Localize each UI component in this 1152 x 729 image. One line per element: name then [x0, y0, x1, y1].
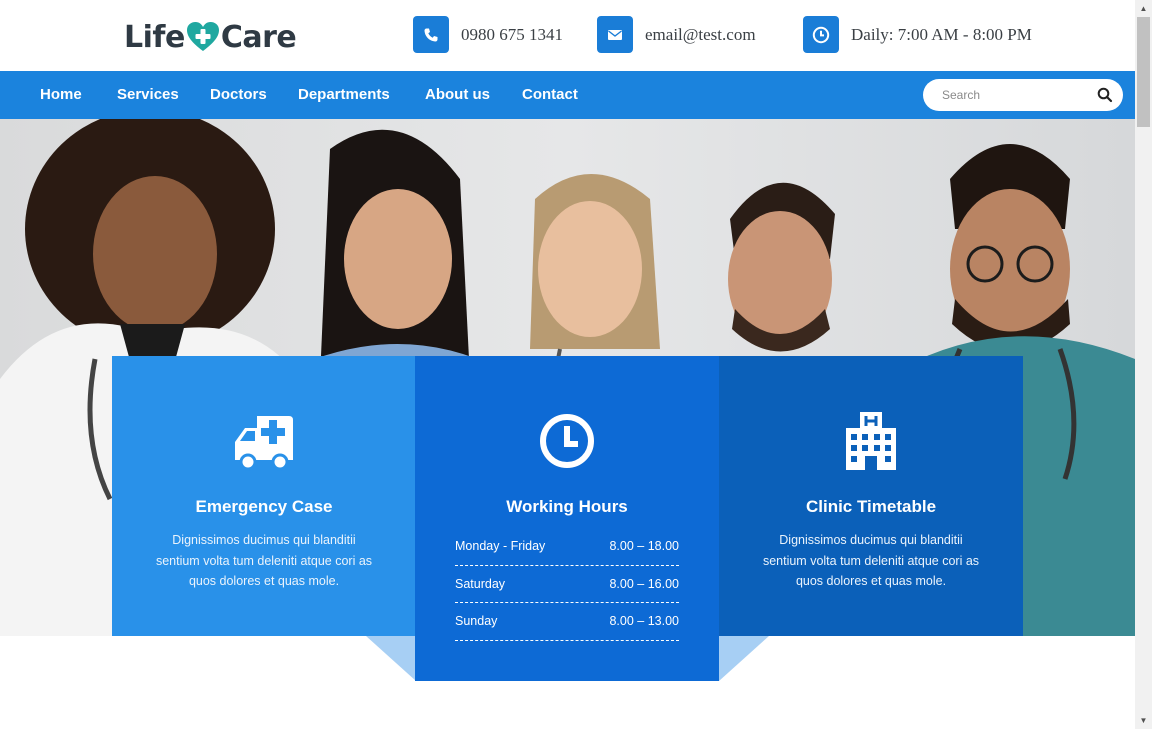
main-nav: Home Services Doctors Departments About … — [0, 71, 1135, 119]
hours-time: 8.00 – 18.00 — [609, 539, 679, 553]
hours-day: Monday - Friday — [455, 539, 546, 553]
scroll-down-icon[interactable]: ▼ — [1135, 712, 1152, 729]
ambulance-icon — [235, 416, 293, 471]
contact-hours: Daily: 7:00 AM - 8:00 PM — [803, 16, 1032, 53]
nav-doctors[interactable]: Doctors — [210, 71, 267, 119]
info-cards: Emergency Case Dignissimos ducimus qui b… — [112, 356, 1023, 681]
logo-text-care: Care — [220, 19, 297, 55]
scroll-thumb[interactable] — [1137, 17, 1150, 127]
emergency-card: Emergency Case Dignissimos ducimus qui b… — [112, 356, 416, 636]
card-decor-right — [719, 636, 769, 681]
hours-row: Saturday 8.00 – 16.00 — [455, 566, 679, 603]
working-hours-card: Working Hours Monday - Friday 8.00 – 18.… — [415, 356, 719, 681]
hours-time: 8.00 – 16.00 — [609, 576, 679, 591]
opening-hours: Daily: 7:00 AM - 8:00 PM — [851, 24, 1032, 44]
email-address: email@test.com — [645, 24, 756, 44]
clock-icon — [540, 414, 594, 468]
nav-home[interactable]: Home — [40, 71, 82, 119]
emergency-description: Dignissimos ducimus qui blanditii sentiu… — [155, 533, 373, 588]
emergency-title: Emergency Case — [195, 497, 333, 516]
search-box — [923, 79, 1123, 111]
page-scrollbar[interactable]: ▲ ▼ — [1135, 0, 1152, 729]
logo[interactable]: Life Care — [124, 17, 297, 57]
timetable-card: Clinic Timetable Dignissimos ducimus qui… — [719, 356, 1023, 636]
envelope-icon — [597, 16, 633, 53]
contact-phone[interactable]: 0980 675 1341 — [413, 16, 563, 53]
phone-number: 0980 675 1341 — [461, 24, 563, 44]
hours-row: Sunday 8.00 – 13.00 — [455, 603, 679, 641]
logo-text-life: Life — [124, 19, 185, 55]
nav-contact[interactable]: Contact — [522, 71, 578, 119]
hours-row: Monday - Friday 8.00 – 18.00 — [455, 528, 679, 566]
timetable-description: Dignissimos ducimus qui blanditii sentiu… — [762, 533, 980, 588]
hours-time: 8.00 – 13.00 — [609, 614, 679, 628]
hours-day: Saturday — [455, 576, 506, 591]
contact-email[interactable]: email@test.com — [597, 16, 756, 53]
hours-table: Monday - Friday 8.00 – 18.00 Saturday 8.… — [455, 528, 679, 641]
phone-icon — [413, 16, 449, 53]
search-input[interactable] — [942, 86, 1092, 104]
scroll-up-icon[interactable]: ▲ — [1135, 0, 1152, 17]
card-decor-left — [366, 636, 416, 681]
working-hours-title: Working Hours — [506, 497, 628, 516]
nav-services[interactable]: Services — [117, 71, 179, 119]
nav-departments[interactable]: Departments — [298, 71, 390, 119]
timetable-title: Clinic Timetable — [805, 497, 937, 516]
search-icon[interactable] — [1097, 87, 1113, 103]
clock-icon — [803, 16, 839, 53]
heart-plus-icon — [186, 22, 219, 51]
hours-day: Sunday — [455, 614, 498, 628]
top-header: Life Care 0980 675 1341 email@test.com D… — [0, 0, 1135, 71]
nav-about-us[interactable]: About us — [425, 71, 490, 119]
hospital-icon — [846, 412, 896, 470]
